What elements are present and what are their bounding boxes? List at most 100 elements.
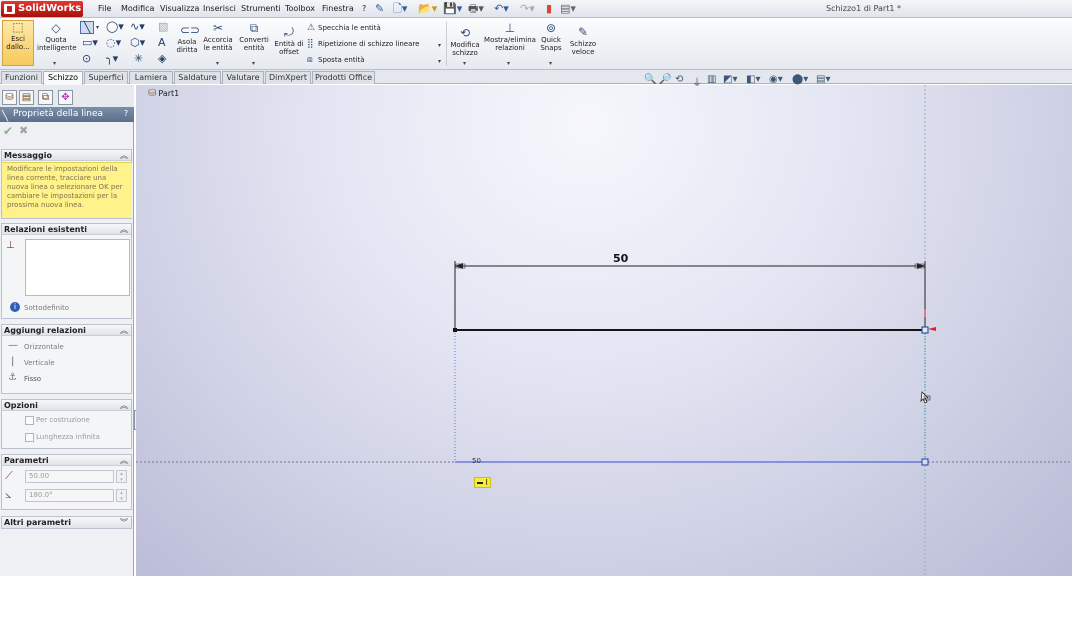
- collapse-chevron-icon[interactable]: ︽: [120, 224, 128, 235]
- feature-manager-tab-icon[interactable]: ⛁: [2, 90, 17, 105]
- dimension-value-main[interactable]: 50: [613, 252, 628, 265]
- move-entities-button[interactable]: ⧈ Sposta entità: [307, 55, 365, 66]
- configuration-manager-tab-icon[interactable]: ⧉: [38, 90, 53, 105]
- relation-verticale[interactable]: | Verticale: [2, 356, 131, 370]
- point-tool-icon[interactable]: ⊙: [82, 53, 91, 65]
- property-manager-tab-icon[interactable]: ▤: [19, 90, 34, 105]
- graphics-area[interactable]: ⛁ Part1 50 50 I: [136, 85, 1072, 576]
- display-delete-relations-button[interactable]: ⊥ Mostra/elimina relazioni: [484, 22, 536, 52]
- sketch-line-endpoint-right[interactable]: [921, 326, 929, 334]
- collapse-chevron-icon[interactable]: ︽: [120, 150, 128, 161]
- apply-scene-icon[interactable]: ⬤▾: [792, 74, 808, 85]
- tab-dimxpert[interactable]: DimXpert: [265, 71, 311, 84]
- menu-file[interactable]: File: [98, 4, 111, 13]
- undo-icon[interactable]: ↶▾: [494, 2, 509, 16]
- line-dropdown[interactable]: ▾: [96, 22, 99, 34]
- display-style-icon[interactable]: ◩▾: [723, 74, 737, 85]
- rectangle-tool-icon[interactable]: ▭▾: [82, 37, 98, 49]
- relation-fisso[interactable]: ⚓ Fisso: [2, 372, 131, 386]
- menu-help[interactable]: ?: [362, 4, 366, 13]
- trim-entities-button[interactable]: ✂ Accorcia le entità: [201, 22, 235, 52]
- smart-dimension-button[interactable]: ◇ Quota intelligente: [37, 22, 77, 52]
- group-header-messaggio[interactable]: Messaggio ︽: [2, 150, 131, 161]
- tab-saldature[interactable]: Saldature: [174, 71, 221, 84]
- relation-orizzontale[interactable]: — Orizzontale: [2, 340, 131, 354]
- dimxpert-manager-tab-icon[interactable]: ✥: [58, 90, 73, 105]
- tab-prodotti-office[interactable]: Prodotti Office: [312, 71, 375, 84]
- menu-toolbox[interactable]: Toolbox: [285, 4, 315, 13]
- collapse-chevron-icon[interactable]: ︽: [120, 400, 128, 411]
- length-input[interactable]: 50.00: [25, 470, 114, 483]
- hide-show-items-icon[interactable]: ◧▾: [746, 74, 760, 85]
- group-header-aggiungi-relazioni[interactable]: Aggiungi relazioni ︽: [2, 325, 131, 336]
- group-header-altri-parametri[interactable]: Altri parametri ︾: [2, 517, 131, 528]
- tab-funzioni[interactable]: Funzioni: [1, 71, 42, 84]
- options-icon[interactable]: ▤▾: [560, 2, 576, 16]
- solidworks-logo[interactable]: SolidWorks: [1, 1, 83, 17]
- new-document-icon[interactable]: 🗋▾: [393, 2, 407, 16]
- lunghezza-infinita-checkbox[interactable]: [25, 433, 34, 442]
- expand-chevron-icon[interactable]: ︾: [120, 517, 128, 528]
- existing-relations-list[interactable]: [25, 239, 130, 296]
- menu-finestra[interactable]: Finestra: [322, 4, 354, 13]
- tab-lamiera[interactable]: Lamiera: [129, 71, 173, 84]
- convert-entities-button[interactable]: ⧉ Converti entità: [236, 22, 272, 52]
- fillet-tool-icon[interactable]: ╮▾: [106, 53, 118, 65]
- repair-sketch-dropdown[interactable]: ▾: [463, 60, 466, 67]
- edit-appearance-icon[interactable]: ◉▾: [769, 74, 783, 85]
- print-icon[interactable]: 🖶▾: [468, 2, 484, 16]
- zoom-to-fit-icon[interactable]: 🔍: [644, 74, 656, 85]
- repair-sketch-button[interactable]: ⟲ Modifica schizzo: [448, 27, 482, 57]
- offset-entities-button[interactable]: ⤾ Entità di offset: [272, 26, 306, 56]
- previous-view-icon[interactable]: ⟲: [675, 74, 683, 85]
- section-view-icon[interactable]: ⏚: [692, 74, 702, 89]
- menu-strumenti[interactable]: Strumenti: [241, 4, 281, 13]
- view-settings-icon[interactable]: ▤▾: [816, 74, 830, 85]
- sketch-line-endpoint-left[interactable]: [453, 328, 457, 332]
- mirror-entities-button[interactable]: ⚠ Specchia le entità: [307, 23, 381, 34]
- linear-pattern-dropdown[interactable]: ▾: [438, 42, 441, 49]
- tab-schizzo[interactable]: Schizzo: [43, 71, 83, 85]
- tab-valutare[interactable]: Valutare: [222, 71, 264, 84]
- save-icon[interactable]: 💾▾: [443, 2, 462, 16]
- menu-visualizza[interactable]: Visualizza: [160, 4, 199, 13]
- linear-pattern-button[interactable]: ⣿ Ripetizione di schizzo lineare: [307, 39, 419, 50]
- angle-input[interactable]: 180.0°: [25, 489, 114, 502]
- ok-check-icon[interactable]: ✔: [3, 124, 13, 138]
- text-tool-icon[interactable]: A: [158, 37, 166, 49]
- arc-tool-icon[interactable]: ◌▾: [106, 37, 121, 49]
- line-tool-icon[interactable]: ╲: [80, 21, 94, 34]
- smart-dimension-dropdown[interactable]: ▾: [53, 60, 56, 67]
- exit-sketch-button[interactable]: ⬚ Esci dallo...: [2, 20, 34, 66]
- redo-icon[interactable]: ↷▾: [520, 2, 535, 16]
- cancel-x-icon[interactable]: ✖: [19, 124, 28, 137]
- trim-dropdown[interactable]: ▾: [216, 60, 219, 67]
- plane-tool-icon[interactable]: ◈: [158, 53, 166, 65]
- help-button[interactable]: ?: [121, 109, 131, 119]
- menu-modifica[interactable]: Modifica: [121, 4, 154, 13]
- length-spinner[interactable]: ▴ ▾: [116, 470, 127, 483]
- circle-tool-icon[interactable]: ◯▾: [106, 21, 124, 33]
- group-header-opzioni[interactable]: Opzioni ︽: [2, 400, 131, 411]
- sketch-point-icon[interactable]: ✳: [134, 53, 143, 65]
- spline-tool-icon[interactable]: ∿▾: [130, 21, 145, 33]
- rapid-sketch-button[interactable]: ✎ Schizzo veloce: [567, 26, 599, 56]
- tab-superfici[interactable]: Superfici: [84, 71, 128, 84]
- quick-snaps-button[interactable]: ⊚ Quick Snaps: [538, 22, 564, 52]
- collapse-chevron-icon[interactable]: ︽: [120, 455, 128, 466]
- move-dropdown[interactable]: ▾: [438, 58, 441, 65]
- quick-snaps-dropdown[interactable]: ▾: [549, 60, 552, 67]
- menu-inserisci[interactable]: Inserisci: [203, 4, 236, 13]
- polygon-tool-icon[interactable]: ⬡▾: [130, 37, 145, 49]
- view-orientation-icon[interactable]: ▥: [707, 74, 716, 85]
- open-folder-icon[interactable]: 📂▾: [418, 2, 437, 16]
- pin-icon[interactable]: ✎: [375, 2, 384, 16]
- per-costruzione-checkbox[interactable]: [25, 416, 34, 425]
- convert-dropdown[interactable]: ▾: [252, 60, 255, 67]
- group-header-relazioni-esistenti[interactable]: Relazioni esistenti ︽: [2, 224, 131, 235]
- rebuild-icon[interactable]: ▮: [546, 2, 552, 16]
- group-header-parametri[interactable]: Parametri ︽: [2, 455, 131, 466]
- straight-slot-button[interactable]: ⊂⊃ Asola diritta: [174, 24, 201, 54]
- angle-spinner[interactable]: ▴ ▾: [116, 489, 127, 502]
- collapse-chevron-icon[interactable]: ︽: [120, 325, 128, 336]
